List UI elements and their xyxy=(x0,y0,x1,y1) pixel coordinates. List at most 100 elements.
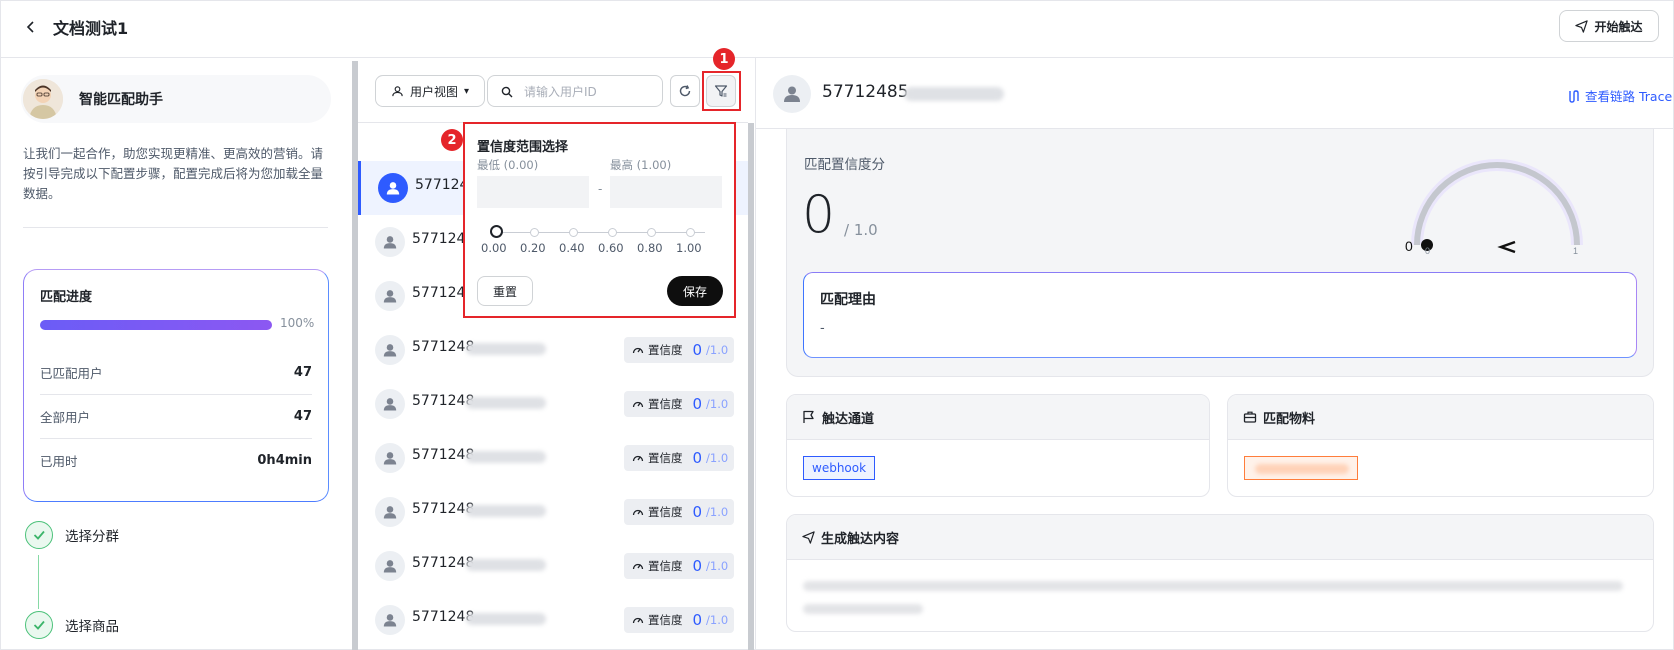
assistant-name: 智能匹配助手 xyxy=(79,92,163,108)
user-icon xyxy=(383,452,397,465)
stat-row-matched: 已匹配用户 47 xyxy=(40,350,312,394)
confidence-score: 0 xyxy=(692,395,703,413)
material-tag[interactable] xyxy=(1244,456,1358,480)
slider-tick-label: 0.40 xyxy=(559,241,585,255)
user-id: 5771248 xyxy=(412,393,475,409)
step-label: 选择分群 xyxy=(65,529,119,545)
score-value: 0 xyxy=(802,185,836,245)
assistant-avatar xyxy=(23,79,63,119)
generated-content-card: 生成触达内容 xyxy=(786,514,1654,632)
search-box[interactable] xyxy=(487,75,663,107)
slider-track[interactable] xyxy=(495,232,705,233)
material-card: 匹配物料 xyxy=(1227,394,1654,497)
slider-step-dot[interactable] xyxy=(608,228,617,237)
briefcase-icon xyxy=(1243,411,1257,423)
slider-step-dot[interactable] xyxy=(569,228,578,237)
confidence-label: 置信度 xyxy=(648,613,683,627)
redacted-text xyxy=(466,451,546,463)
max-input[interactable] xyxy=(610,176,722,208)
refresh-button[interactable] xyxy=(670,75,700,107)
confidence-badge: 置信度 0/1.0 xyxy=(624,607,734,633)
reset-button[interactable]: 重置 xyxy=(477,276,533,306)
confidence-label: 置信度 xyxy=(648,505,683,519)
send-icon xyxy=(1575,19,1589,33)
stat-label: 已用时 xyxy=(40,453,78,469)
user-view-icon xyxy=(392,85,403,96)
send-icon xyxy=(802,530,815,544)
user-icon xyxy=(383,560,397,573)
slider-tick-label: 0.60 xyxy=(598,241,624,255)
user-id: 5771248 xyxy=(412,555,475,571)
user-list-item[interactable]: 5771248 置信度 0/1.0 xyxy=(358,323,748,377)
confidence-max: /1.0 xyxy=(706,505,729,519)
confidence-score: 0 xyxy=(692,341,703,359)
reason-title: 匹配理由 xyxy=(820,292,876,308)
confidence-label: 置信度 xyxy=(648,397,683,411)
user-list-item[interactable]: 5771248 置信度 0/1.0 xyxy=(358,431,748,485)
divider xyxy=(23,227,328,228)
view-select-label: 用户视图 xyxy=(409,84,458,99)
redacted-text xyxy=(466,613,546,625)
stat-value: 47 xyxy=(293,408,312,424)
gauge-value-label: 0 xyxy=(1405,238,1413,254)
progress-percent: 100% xyxy=(280,316,315,330)
gauge-min-label: 0 xyxy=(1425,246,1430,255)
slider-tick-label: 0.00 xyxy=(481,241,507,255)
save-button[interactable]: 保存 xyxy=(667,276,723,306)
stat-label: 已匹配用户 xyxy=(40,365,103,381)
confidence-score: 0 xyxy=(692,503,703,521)
stat-value: 0h4min xyxy=(257,452,312,468)
user-icon xyxy=(383,506,397,519)
confidence-badge: 置信度 0/1.0 xyxy=(624,391,734,417)
range-dash: - xyxy=(598,182,603,196)
user-list-item[interactable]: 5771248 置信度 0/1.0 xyxy=(358,485,748,539)
slider-tick-label: 0.20 xyxy=(520,241,546,255)
user-id: 5771248 xyxy=(412,501,475,517)
start-reach-label: 开始触达 xyxy=(1594,19,1643,34)
view-select[interactable]: 用户视图 ▾ xyxy=(375,75,485,107)
start-reach-button[interactable]: 开始触达 xyxy=(1559,10,1659,42)
user-list-item[interactable]: 5771248 置信度 0/1.0 xyxy=(358,593,748,647)
user-list-item[interactable]: 5771248 置信度 0/1.0 xyxy=(358,377,748,431)
step-label: 选择商品 xyxy=(65,619,119,635)
min-input[interactable] xyxy=(477,176,589,208)
search-icon xyxy=(501,86,513,98)
step-select-segment[interactable]: 选择分群 xyxy=(25,521,119,549)
user-avatar xyxy=(375,281,405,311)
back-icon[interactable] xyxy=(21,17,41,37)
user-id: 5771248 xyxy=(412,609,475,625)
progress-bar xyxy=(40,320,272,330)
check-icon xyxy=(25,611,53,639)
gauge-icon xyxy=(632,455,644,462)
redacted-text xyxy=(904,87,1004,101)
user-icon xyxy=(383,614,397,627)
gauge-icon xyxy=(632,563,644,570)
user-icon xyxy=(386,182,400,195)
slider-step-dot[interactable] xyxy=(530,228,539,237)
user-id-search-input[interactable] xyxy=(524,82,654,102)
confidence-range-popover: 置信度范围选择 最低 (0.00) 最高 (1.00) - 0.00 0.20 0.… xyxy=(463,122,736,318)
webhook-tag[interactable]: webhook xyxy=(803,456,876,480)
gauge-icon xyxy=(632,617,644,624)
divider xyxy=(755,58,756,650)
step-select-product[interactable]: 选择商品 xyxy=(25,611,119,639)
refresh-icon xyxy=(679,85,691,97)
stat-label: 全部用户 xyxy=(40,409,91,425)
page-title: 文档测试1 xyxy=(53,19,129,38)
confidence-max: /1.0 xyxy=(706,559,729,573)
material-title: 匹配物料 xyxy=(1263,411,1316,427)
match-reason-card: 匹配理由 - xyxy=(803,272,1637,358)
scrollbar[interactable] xyxy=(748,123,754,650)
slider-handle[interactable] xyxy=(490,225,503,238)
score-max: / 1.0 xyxy=(844,221,878,239)
confidence-max: /1.0 xyxy=(706,343,729,357)
user-avatar xyxy=(375,335,405,365)
confidence-gauge: 0 0 1 xyxy=(1405,159,1583,255)
slider-step-dot[interactable] xyxy=(686,228,695,237)
redacted-text xyxy=(466,397,546,409)
user-list-item[interactable]: 5771248 置信度 0/1.0 xyxy=(358,539,748,593)
user-avatar xyxy=(773,75,811,113)
user-avatar xyxy=(378,173,408,203)
slider-step-dot[interactable] xyxy=(647,228,656,237)
view-trace-link[interactable]: 查看链路 Trace xyxy=(1567,86,1672,105)
